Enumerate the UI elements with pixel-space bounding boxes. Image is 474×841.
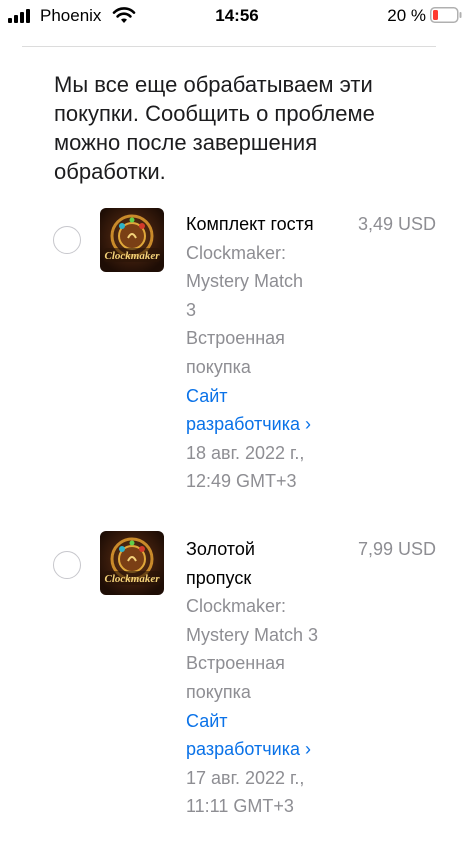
purchase-details: Комплект гостя Clockmaker: Mystery Match… (186, 210, 346, 496)
purchase-title: Золотой (186, 539, 255, 559)
notice-line: можно после завершения (54, 130, 318, 155)
clockmaker-app-icon: Clockmaker (100, 208, 164, 272)
app-name: Clockmaker: (186, 596, 287, 617)
app-name: Mystery Match 3 (186, 624, 319, 645)
purchase-type: Встроенная (186, 328, 285, 349)
top-divider (22, 46, 436, 47)
purchase-details: Золотой пропуск Clockmaker: Mystery Matc… (186, 535, 356, 821)
purchase-date: 12:49 GMT+3 (186, 471, 297, 492)
developer-site-link[interactable]: разработчика › (186, 735, 356, 764)
purchase-date: 17 авг. 2022 г., (186, 767, 305, 788)
battery-icon (430, 7, 462, 23)
notice-line: покупки. Сообщить о проблеме (54, 101, 375, 126)
developer-site-link[interactable]: Сайт (186, 382, 346, 411)
notice-line: обработки. (54, 159, 166, 184)
purchase-type: покупка (186, 681, 251, 702)
notice-line: Мы все еще обрабатываем эти (54, 72, 373, 97)
svg-text:Clockmaker: Clockmaker (105, 250, 161, 262)
svg-text:Clockmaker: Clockmaker (105, 573, 161, 585)
purchase-price: 3,49 USD (357, 214, 436, 234)
purchase-title: пропуск (186, 567, 252, 588)
purchase-type: покупка (186, 356, 251, 377)
clockmaker-app-icon: Clockmaker (100, 531, 164, 595)
purchase-item: Clockmaker Золотой пропуск Clockmaker: M… (0, 531, 474, 831)
purchase-title: Комплект гостя (186, 214, 314, 234)
purchase-item: Clockmaker Комплект гостя Clockmaker: My… (0, 206, 474, 506)
developer-site-link[interactable]: разработчика › (186, 410, 346, 439)
processing-notice: Мы все еще обрабатываем эти покупки. Соо… (54, 70, 434, 186)
status-bar: Phoenix 14:56 20 % (0, 0, 474, 32)
purchase-type: Встроенная (186, 653, 285, 674)
select-radio[interactable] (53, 226, 81, 254)
purchase-date: 18 авг. 2022 г., (186, 442, 305, 463)
purchase-price: 7,99 USD (357, 539, 436, 559)
select-radio[interactable] (53, 551, 81, 579)
app-name: Mystery Match (186, 271, 304, 292)
purchase-date: 11:11 GMT+3 (186, 796, 294, 817)
app-name: 3 (186, 299, 197, 320)
battery-percent: 20 % (387, 6, 426, 25)
app-name: Clockmaker: (186, 242, 287, 263)
developer-site-link[interactable]: Сайт (186, 707, 356, 736)
